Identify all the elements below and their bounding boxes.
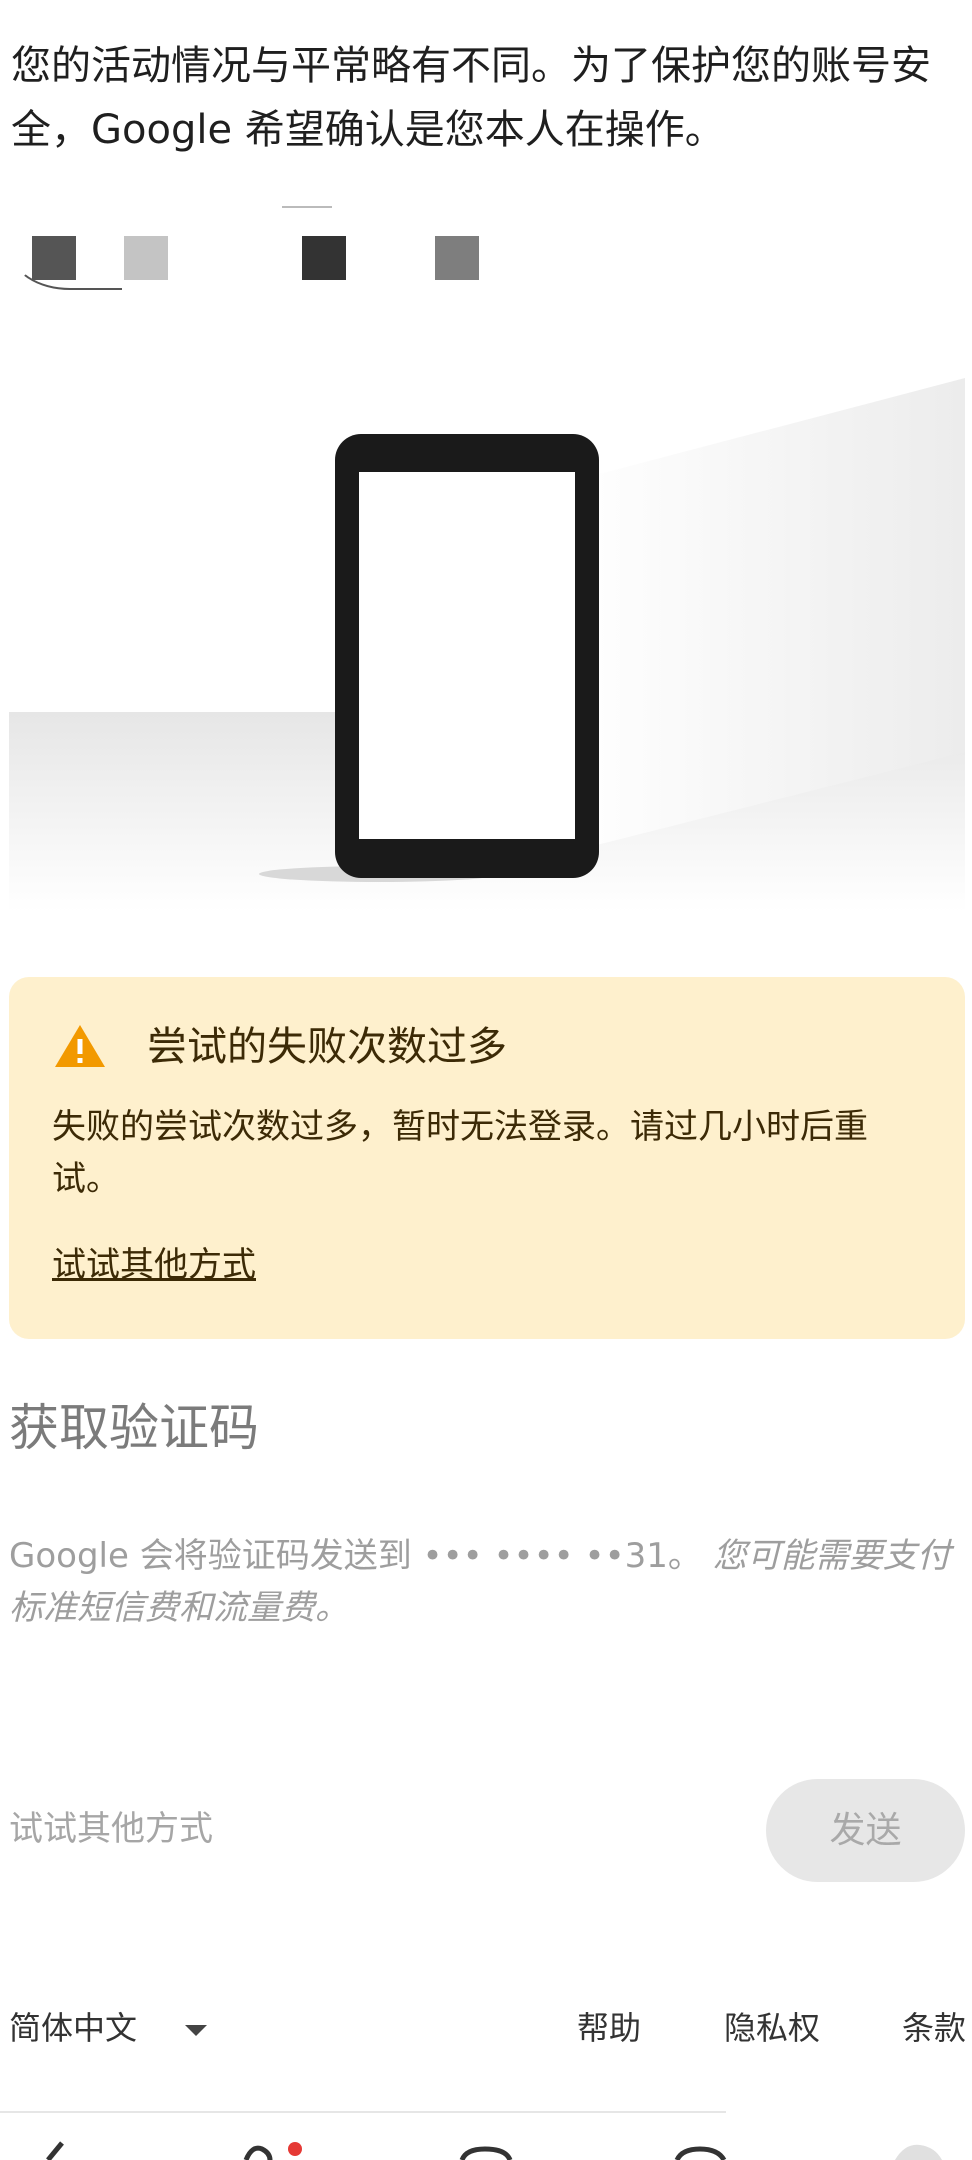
language-label: 简体中文 (9, 2009, 138, 2047)
tabs-icon[interactable] (243, 2142, 302, 2160)
browser-bottom-bar (46, 2141, 942, 2160)
tile-dash (282, 206, 332, 208)
warning-icon (55, 1025, 105, 1067)
privacy-link[interactable]: 隐私权 (724, 2004, 820, 2052)
tile-3 (302, 236, 346, 280)
help-link[interactable]: 帮助 (577, 2004, 641, 2052)
section-title: 获取验证码 (9, 1399, 259, 1457)
alert-box: 尝试的失败次数过多 失败的尝试次数过多，暂时无法登录。请过几小时后重试。 试试其… (9, 977, 965, 1339)
sms-description: Google 会将验证码发送到 ••• •••• ••31。 您可能需要支付标准… (9, 1530, 964, 1634)
phone-screen (359, 472, 575, 839)
terms-link[interactable]: 条款 (902, 2004, 966, 2052)
tile-2 (124, 236, 168, 280)
try-other-link[interactable]: 试试其他方式 (9, 1805, 213, 1853)
send-button[interactable]: 发送 (766, 1779, 965, 1882)
alert-title: 尝试的失败次数过多 (147, 1024, 507, 1070)
language-selector[interactable]: 简体中文 (9, 2004, 208, 2052)
chat-icon[interactable] (459, 2146, 513, 2160)
captcha-tiles (0, 200, 520, 300)
phone-illustration (9, 378, 965, 912)
menu-icon[interactable] (895, 2144, 942, 2160)
tile-1 (32, 236, 76, 280)
alert-body: 失败的尝试次数过多，暂时无法登录。请过几小时后重试。 (52, 1107, 868, 1199)
notification-dot (288, 2142, 302, 2156)
sms-description-text: Google 会将验证码发送到 ••• •••• ••31。 (9, 1536, 702, 1576)
back-icon[interactable] (46, 2141, 64, 2160)
tile-4 (435, 236, 479, 280)
profile-icon[interactable] (674, 2146, 727, 2160)
chevron-down-icon (185, 2024, 208, 2036)
intro-text: 您的活动情况与平常略有不同。为了保护您的账号安全，Google 希望确认是您本人… (11, 43, 931, 153)
alert-try-other-link[interactable]: 试试其他方式 (52, 1241, 256, 1289)
